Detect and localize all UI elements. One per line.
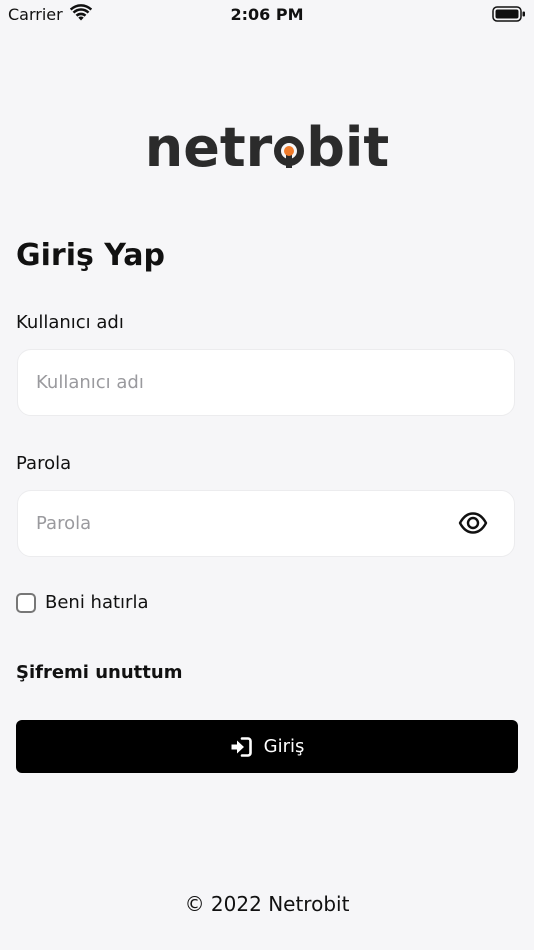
logo-text-end: bit bbox=[306, 116, 390, 179]
status-time: 2:06 PM bbox=[230, 5, 304, 24]
battery-icon bbox=[492, 6, 525, 22]
password-input[interactable] bbox=[36, 491, 456, 556]
remember-me-checkbox[interactable] bbox=[16, 593, 36, 613]
username-label: Kullanıcı adı bbox=[16, 312, 124, 333]
username-field-container bbox=[17, 349, 515, 416]
password-label: Parola bbox=[16, 453, 72, 474]
status-bar: Carrier 2:06 PM bbox=[0, 0, 534, 30]
login-button-label: Giriş bbox=[263, 736, 305, 757]
logo-text-start: netr bbox=[144, 116, 273, 179]
login-button[interactable]: Giriş bbox=[16, 720, 518, 773]
sign-in-icon bbox=[231, 736, 252, 757]
remember-me-label[interactable]: Beni hatırla bbox=[45, 592, 148, 613]
forgot-password-link[interactable]: Şifremi unuttum bbox=[16, 662, 182, 683]
netrobit-logo: netr bit bbox=[0, 108, 534, 188]
eye-icon[interactable] bbox=[458, 511, 488, 535]
logo-o-mark-icon bbox=[274, 136, 305, 168]
username-input[interactable] bbox=[36, 350, 456, 415]
password-field-container bbox=[17, 490, 515, 557]
copyright-footer: © 2022 Netrobit bbox=[184, 892, 350, 916]
page-title: Giriş Yap bbox=[16, 238, 165, 273]
